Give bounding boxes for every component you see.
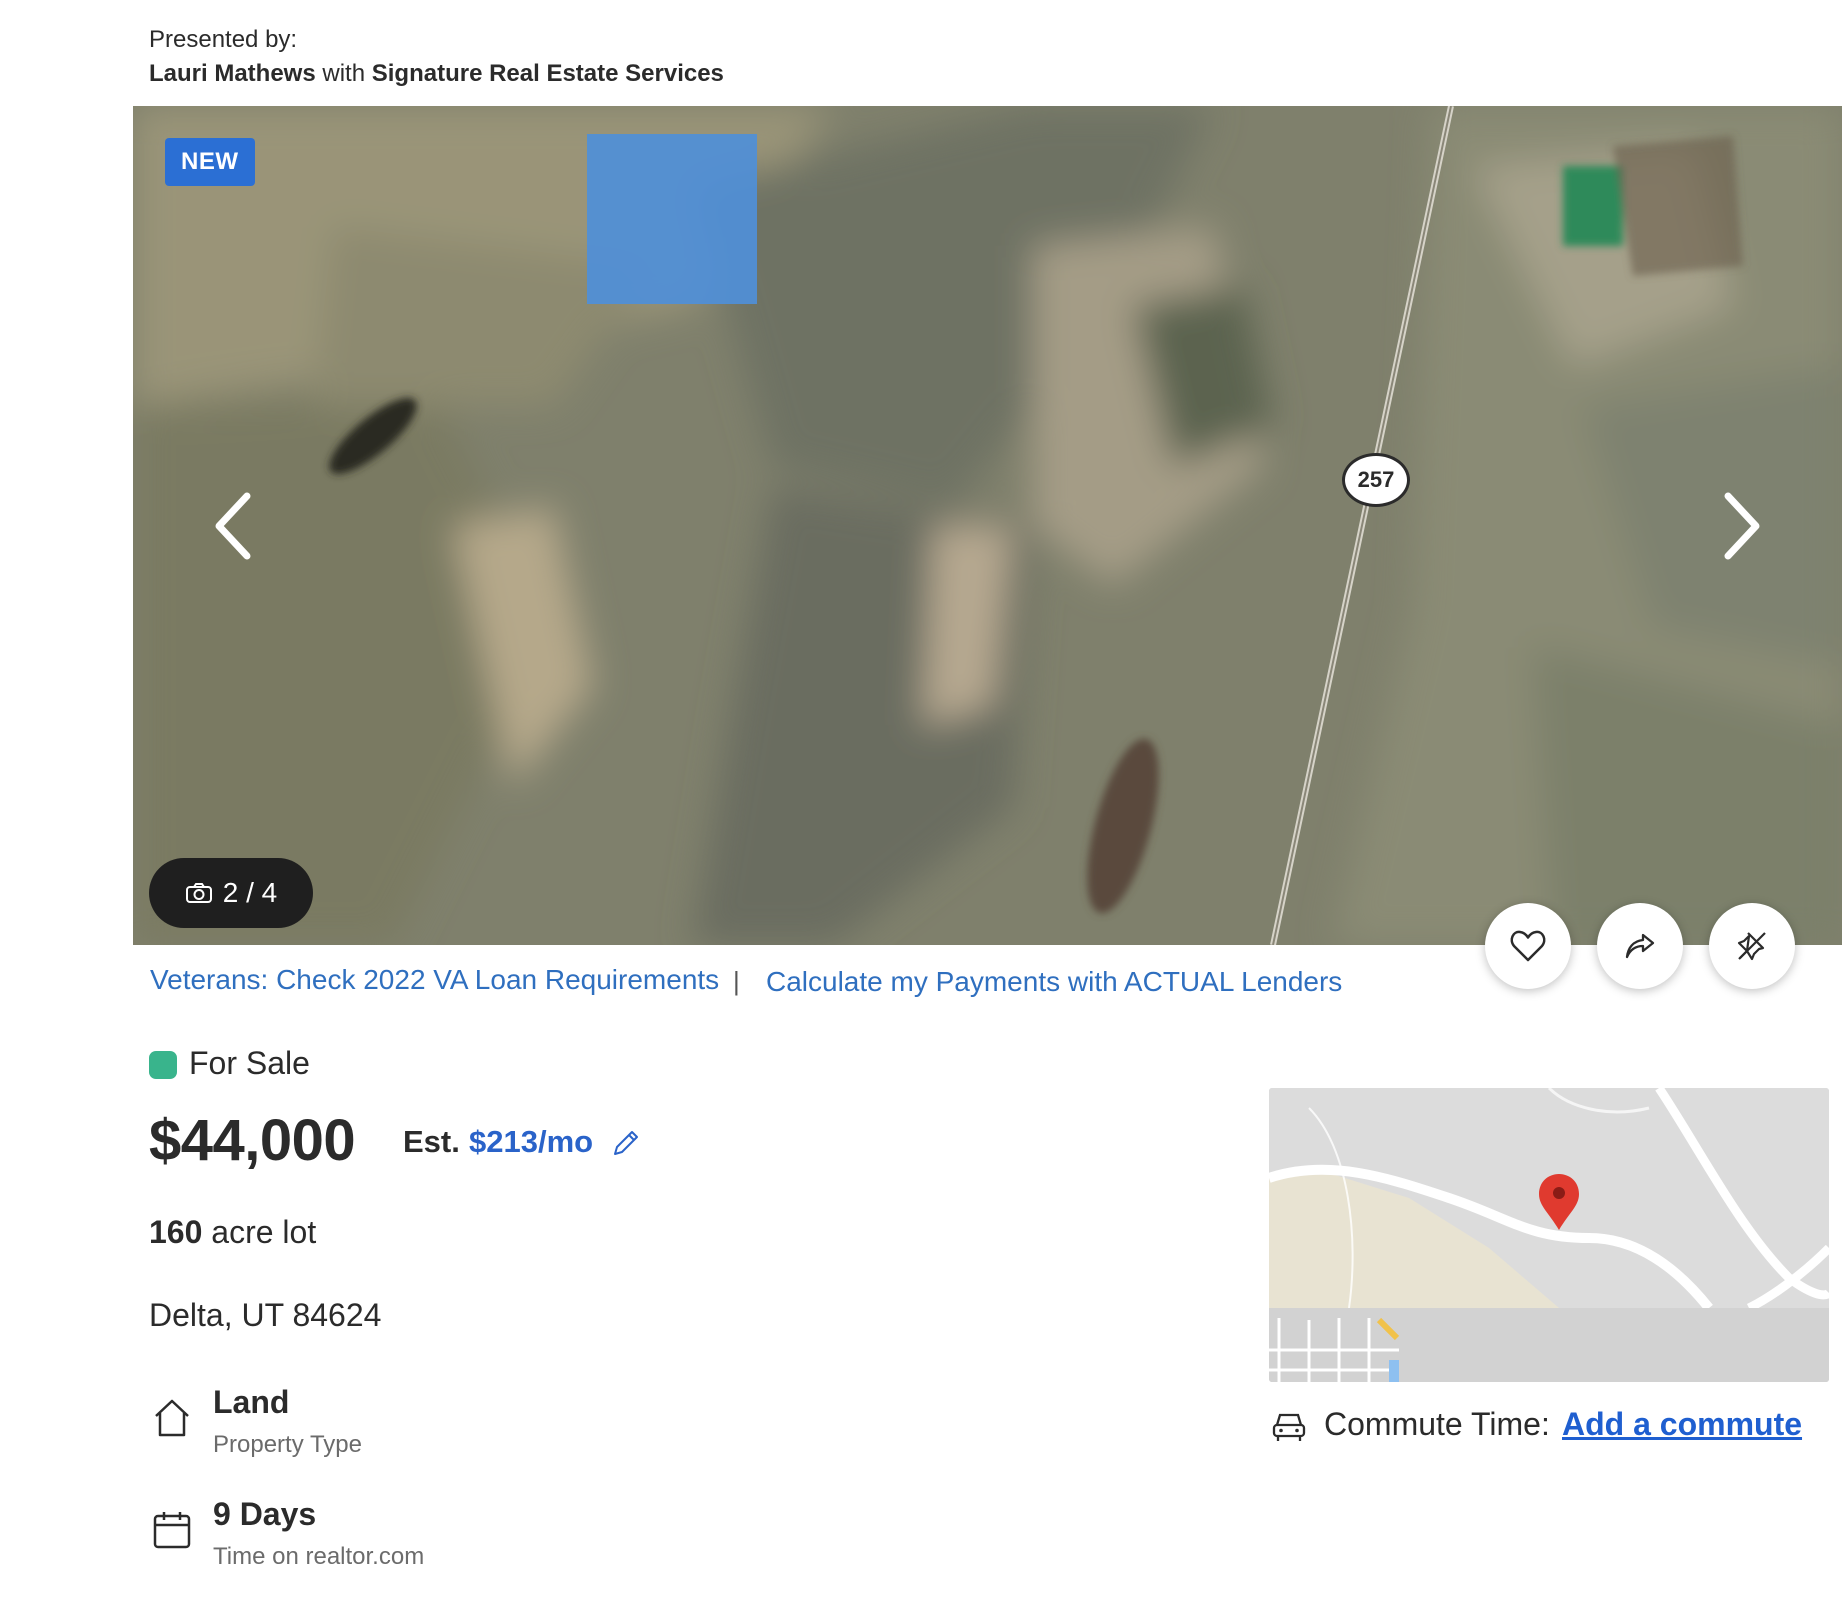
va-loan-link[interactable]: Veterans: Check 2022 VA Loan Requirement… [150, 964, 719, 996]
chevron-left-icon [215, 492, 251, 559]
highway-shield: 257 [1342, 453, 1410, 507]
agent-name: Lauri Mathews [149, 60, 316, 87]
photo-counter[interactable]: 2 / 4 [149, 858, 313, 928]
status-indicator [149, 1051, 177, 1079]
car-icon [1271, 1409, 1307, 1448]
lot-size-unit: acre lot [211, 1214, 317, 1250]
save-favorite-button[interactable] [1485, 903, 1571, 989]
calculate-payments-link[interactable]: Calculate my Payments with ACTUAL Lender… [766, 966, 1342, 998]
next-photo-button[interactable] [1682, 106, 1802, 945]
camera-icon [185, 883, 212, 903]
link-separator: | [733, 966, 740, 996]
house-icon [150, 1396, 194, 1445]
days-on-site-value: 9 Days [213, 1496, 317, 1532]
pin-off-icon [1737, 932, 1766, 961]
previous-photo-button[interactable] [173, 106, 293, 945]
lot-size: 160 acre lot [149, 1214, 316, 1251]
location-map[interactable] [1269, 1088, 1829, 1382]
property-type-value: Land [213, 1384, 290, 1420]
days-on-site-label: Time on realtor.com [213, 1543, 425, 1570]
presenter-with: with [322, 60, 366, 87]
heart-icon [1510, 930, 1546, 962]
chevron-right-icon [1724, 492, 1760, 559]
calendar-icon [150, 1508, 194, 1557]
listing-address: Delta, UT 84624 [149, 1297, 382, 1333]
property-type-label: Property Type [213, 1431, 362, 1458]
edit-payment-button[interactable] [611, 1128, 641, 1163]
lot-size-value: 160 [149, 1214, 203, 1250]
hide-listing-button[interactable] [1709, 903, 1795, 989]
share-arrow-icon [1625, 933, 1655, 959]
add-commute-link[interactable]: Add a commute [1562, 1406, 1802, 1443]
estimated-payment-link[interactable]: $213/mo [469, 1124, 593, 1160]
brokerage-name: Signature Real Estate Services [371, 60, 724, 87]
presenter-line: Lauri Mathews with Signature Real Estate… [149, 60, 724, 88]
share-button[interactable] [1597, 903, 1683, 989]
estimate-label: Est. [403, 1124, 460, 1159]
presented-by-label: Presented by: [149, 26, 298, 53]
commute-time-label: Commute Time: [1324, 1406, 1550, 1442]
photo-counter-text: 2 / 4 [222, 877, 278, 908]
pencil-icon [614, 1131, 638, 1155]
listing-photo[interactable]: NEW 257 2 / 4 [133, 106, 1842, 945]
listing-status: For Sale [189, 1045, 310, 1081]
satellite-image [133, 106, 1842, 945]
listing-price: $44,000 [149, 1108, 356, 1173]
